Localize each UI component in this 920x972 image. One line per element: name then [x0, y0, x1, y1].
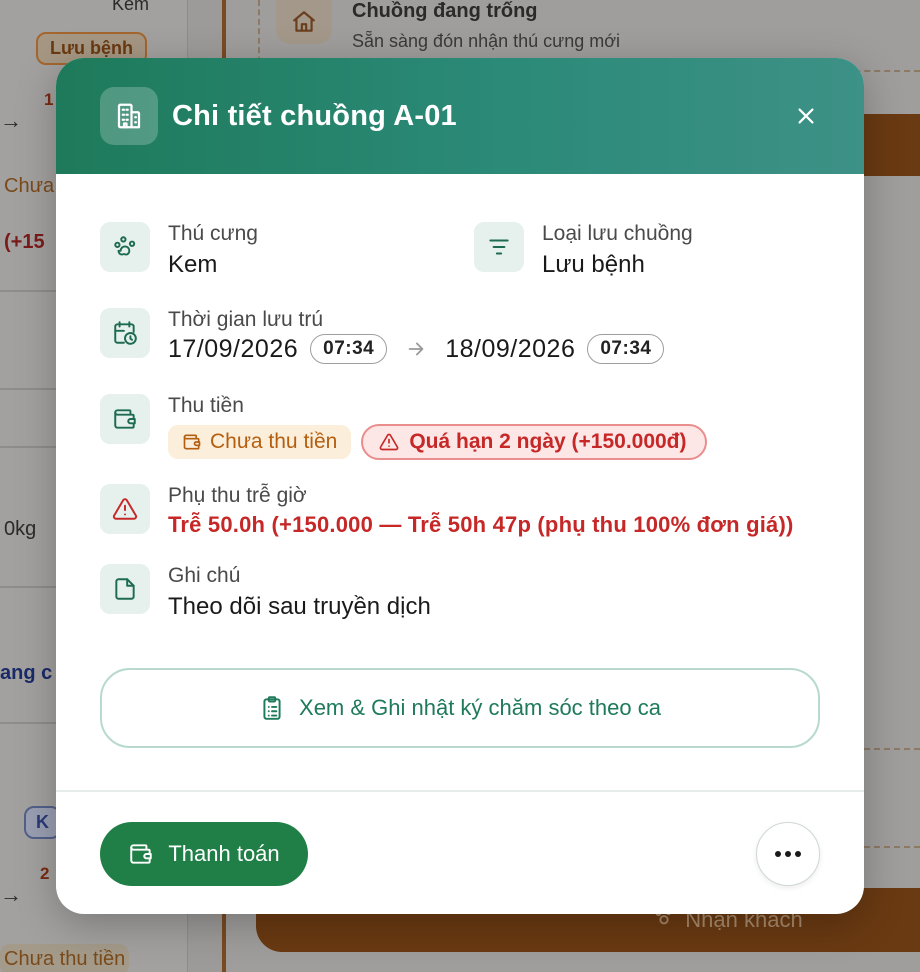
bg-frag: 1	[44, 90, 54, 109]
start-time: 07:34	[310, 334, 388, 364]
wallet-icon	[100, 394, 150, 444]
close-icon	[798, 108, 814, 124]
modal-header: Chi tiết chuồng A-01	[56, 58, 864, 174]
overdue-badge-text: Quá hạn 2 ngày (+150.000đ)	[409, 430, 687, 453]
bg-frag: (+15	[4, 231, 45, 253]
more-options-button[interactable]	[756, 822, 820, 886]
bg-frag: 0kg	[4, 518, 37, 540]
home-icon	[276, 0, 332, 44]
stay-type-value: Lưu bệnh	[542, 251, 645, 278]
close-button[interactable]	[790, 100, 822, 132]
payment-label: Thu tiền	[168, 394, 244, 417]
arrow-right-icon: →	[0, 108, 22, 133]
note-value: Theo dõi sau truyền dịch	[168, 593, 431, 620]
end-time: 07:34	[587, 334, 665, 364]
calendar-clock-icon	[100, 308, 150, 358]
paw-icon	[100, 222, 150, 272]
unpaid-badge-text: Chưa thu tiền	[210, 430, 338, 453]
care-log-button[interactable]: Xem & Ghi nhật ký chăm sóc theo ca	[100, 668, 820, 748]
late-fee-row: Phụ thu trễ giờ Trễ 50.0h (+150.000 — Tr…	[100, 484, 794, 540]
modal-footer: Thanh toán	[56, 790, 864, 914]
filter-icon	[474, 222, 524, 272]
unpaid-badge: Chưa thu tiền	[168, 425, 352, 459]
note-row: Ghi chú Theo dõi sau truyền dịch	[100, 564, 431, 624]
more-horizontal-icon	[775, 851, 801, 857]
modal-body: Thú cưng Kem Loại lưu chuồng Lưu bệnh Th…	[56, 174, 864, 790]
bg-chip-chua-thu-tien: Chưa thu tiền	[0, 944, 130, 972]
late-fee-value: Trễ 50.0h (+150.000 — Trễ 50h 47p (phụ t…	[168, 512, 794, 537]
note-label: Ghi chú	[168, 564, 241, 587]
bg-slot-subtitle: Sẵn sàng đón nhận thú cưng mới	[352, 31, 621, 51]
building-icon	[100, 87, 158, 145]
payment-row: Thu tiền Chưa thu tiền Quá hạn 2 ngày (+…	[100, 394, 707, 460]
file-icon	[100, 564, 150, 614]
wallet-icon	[130, 844, 153, 864]
cage-detail-modal: Chi tiết chuồng A-01 Thú cưng Kem Loại l…	[56, 58, 864, 914]
stay-time-range: 17/09/2026 07:34 18/09/2026 07:34	[168, 334, 665, 364]
wallet-icon	[183, 434, 201, 450]
bg-dashed-slot	[864, 748, 920, 848]
bg-frag: 2	[40, 864, 50, 883]
stay-time-label: Thời gian lưu trú	[168, 308, 324, 331]
care-log-label: Xem & Ghi nhật ký chăm sóc theo ca	[299, 695, 661, 720]
alert-triangle-icon	[379, 433, 399, 451]
bg-frag: Chưa	[4, 175, 55, 197]
pay-button[interactable]: Thanh toán	[100, 822, 308, 886]
modal-title: Chi tiết chuồng A-01	[172, 99, 457, 132]
stay-type-label: Loại lưu chuồng	[542, 222, 693, 245]
bg-pet-name: Kem	[112, 0, 150, 14]
arrow-right-icon: →	[0, 882, 22, 907]
pay-button-label: Thanh toán	[168, 841, 280, 866]
overdue-badge: Quá hạn 2 ngày (+150.000đ)	[361, 424, 707, 460]
arrow-right-icon	[405, 338, 427, 360]
alert-triangle-icon	[100, 484, 150, 534]
bg-slot-title: Chuồng đang trống	[352, 0, 538, 22]
stay-type-row: Loại lưu chuồng Lưu bệnh	[474, 222, 693, 282]
clipboard-list-icon	[263, 696, 281, 720]
end-date: 18/09/2026	[445, 334, 576, 363]
stay-time-row: Thời gian lưu trú 17/09/2026 07:34 18/09…	[100, 308, 665, 364]
bg-action-button	[864, 114, 920, 176]
pet-row: Thú cưng Kem	[100, 222, 258, 282]
pet-label: Thú cưng	[168, 222, 258, 245]
pet-value: Kem	[168, 251, 218, 278]
start-date: 17/09/2026	[168, 334, 299, 363]
bg-frag: ang c	[0, 662, 53, 684]
late-fee-label: Phụ thu trễ giờ	[168, 484, 307, 507]
